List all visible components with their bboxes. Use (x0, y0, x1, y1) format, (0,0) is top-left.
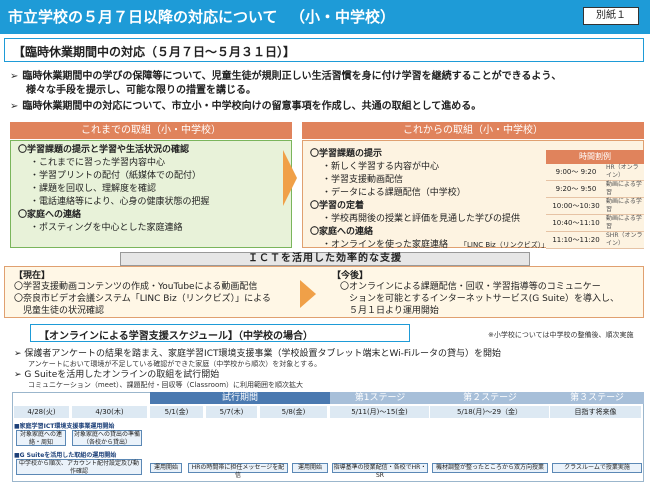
row1-label: ■家庭学習ICT環境支援事業運用開始 (14, 423, 115, 430)
timetable-row: 10:40～11:10 動画による学習 (546, 215, 644, 232)
row2-task-5: 指導基準の授業配信・各校でHR・SR (332, 463, 428, 479)
right-column-line: 〇学習の定着 (310, 201, 365, 211)
right-column-line: ・学習支援動画配信 (322, 175, 404, 185)
bullet-1-text: 臨時休業期間中の学びの保障等について、児童生徒が規則正しい生活習慣を身に付け学習… (22, 71, 562, 82)
bullet-1: ➢ 臨時休業期間中の学びの保障等について、児童生徒が規則正しい生活習慣を身に付け学… (10, 70, 561, 84)
left-column-line: ・学習プリントの配付（紙媒体での配付） (30, 171, 202, 181)
ict-banner: ＩＣＴを活用した効率的な支援 (120, 252, 530, 266)
stage-3: 第３ステージ (550, 392, 644, 404)
timetable-row: 9:20～ 9:50 動画による学習 (546, 181, 644, 198)
ict-future-line: ションを可能とするインターネットサービス(G Suite）を導入し、 (340, 294, 620, 304)
row1-task-2: 対象家庭への貸出の準備（各校から貸出） (72, 430, 142, 446)
left-column-line: ・電話連絡等により、心身の健康状態の把握 (30, 197, 210, 207)
timetable-time: 9:20～ 9:50 (555, 185, 597, 193)
timetable-content: HR（オンライン） (606, 164, 639, 179)
timetable-time: 10:40～11:10 (552, 219, 600, 227)
right-column-line: ・データによる課題配信（中学校） (322, 188, 466, 198)
right-column-line: 〇家庭への連絡 (310, 227, 374, 237)
ict-current-line: 児童生徒の状況確認 (14, 306, 105, 316)
bullet-2: ➢ 臨時休業期間中の対応について、市立小・中学校向けの留意事項を作成し、共通の取組… (10, 100, 481, 114)
row2-label: ■G Suiteを活用した取組の運用開始 (14, 452, 117, 459)
period-title: 【臨時休業期間中の対応（５月７日～５月３１日）】 (13, 45, 296, 59)
ict-current-line: 〇奈良市ビデオ会議システム「LINC Biz（リンクビズ）」による (14, 294, 271, 304)
schedule-bullet-1-sub: アンケートにおいて環境が不足している確認ができた家庭（中学校から順次）を対象とす… (28, 360, 322, 368)
row2-task-3: HRの時間帯に担任メッセージを配信 (188, 463, 288, 479)
date-cell: 4/28(火) (14, 406, 70, 418)
right-column-heading: これからの取組（小・中学校） (302, 122, 644, 139)
right-column-lines: 〇学習課題の提示・新しく学習する内容が中心 ・学習支援動画配信・データによる課題配… (310, 148, 520, 252)
timetable-content: 動画による学習 (606, 198, 642, 213)
date-cell: 5/7(木) (206, 406, 258, 418)
ict-arrow-icon (300, 280, 316, 308)
page-title: 市立学校の５月７日以降の対応について (8, 8, 278, 26)
schedule-note: ※小学校については中学校の整備後、順次実施 (488, 331, 634, 339)
timetable-heading: 時間割例 (546, 150, 644, 164)
left-column-line: ・ポスティングを中心とした家庭連絡 (30, 223, 183, 233)
left-column-line: 〇家庭への連絡 (18, 210, 82, 220)
ict-current-lines: 〇学習支援動画コンテンツの作成・YouTubeによる動画配信〇奈良市ビデオ会議シ… (14, 281, 271, 317)
row2-task-4: 運用開始 (292, 463, 328, 473)
right-column-line: ・学校再開後の授業と評価を見通した学びの提供 (322, 214, 521, 224)
right-column-line: 〇学習課題の提示 (310, 149, 383, 159)
schedule-bullet-1-text: 保護者アンケートの結果を踏まえ、家庭学習ICT環境支援事業（学校設置タブレット端… (24, 349, 501, 359)
linc-note: 「LINC Biz（リンクビズ）」 (460, 241, 549, 249)
trial-period-label: 試行期間 (150, 392, 330, 404)
schedule-title: 【オンラインによる学習支援スケジュール】（中学校の場合） (39, 331, 313, 342)
stage-1: 第1ステージ (330, 392, 430, 404)
timetable-row: 11:10～11:20 SHR（オンライン） (546, 232, 644, 249)
period-title-box: 【臨時休業期間中の対応（５月７日～５月３１日）】 (4, 38, 644, 62)
timetable-time: 11:10～11:20 (552, 236, 600, 244)
date-cell: 目指す将来像 (550, 406, 642, 418)
page-subtitle: （小・中学校） (290, 8, 396, 26)
left-column-line: 〇学習課題の提示と学習や生活状況の確認 (18, 145, 190, 155)
exhibit-label: 別紙１ (583, 7, 639, 25)
schedule-bullet-2: ➢ G Suiteを活用したオンラインの取組を試行開始 (14, 370, 219, 381)
transition-arrow-icon (283, 150, 297, 206)
row2-task-6: 機材調整が整ったところから双方向授業 (432, 463, 548, 473)
schedule-bullet-2-sub: コミュニケーション（meet）、課題配付・回収等（Classroom）に利用範囲… (28, 381, 304, 389)
stage-2: 第２ステージ (430, 392, 550, 404)
timetable-content: 動画による学習 (606, 181, 642, 196)
timetable-rows: 9:00～ 9:20 HR（オンライン） 9:20～ 9:50 動画による学習 10:0… (546, 164, 644, 249)
timetable-time: 10:00～10:30 (552, 202, 600, 210)
schedule-bullet-2-text: G Suiteを活用したオンラインの取組を試行開始 (24, 370, 220, 380)
schedule-bullet-1: ➢ 保護者アンケートの結果を踏まえ、家庭学習ICT環境支援事業（学校設置タブレッ… (14, 349, 501, 360)
date-cell: 5/8(金) (260, 406, 328, 418)
arrow-icon: ➢ (10, 101, 19, 112)
ict-future-line: ５月１日より運用開始 (340, 306, 439, 316)
schedule-title-box: 【オンラインによる学習支援スケジュール】（中学校の場合） (30, 324, 410, 342)
bullet-1-cont: 様々な手段を提示し、可能な限りの措置を講じる。 (26, 85, 256, 96)
row1-task-1: 対象家庭への連絡・周知 (16, 430, 66, 446)
left-column-lines: 〇学習課題の提示と学習や生活状況の確認・これまでに習った学習内容中心・学習プリン… (18, 144, 209, 235)
ict-future-line: 〇オンラインによる課題配信・回収・学習指導等のコミュニケー (340, 282, 601, 292)
timetable-time: 9:00～ 9:20 (555, 168, 597, 176)
row2-task-2: 運用開始 (150, 463, 182, 473)
timetable: 時間割例 9:00～ 9:20 HR（オンライン） 9:20～ 9:50 動画による学… (546, 150, 644, 249)
arrow-icon: ➢ (14, 370, 25, 380)
arrow-icon: ➢ (14, 349, 25, 359)
bullet-2-text: 臨時休業期間中の対応について、市立小・中学校向けの留意事項を作成し、共通の取組と… (22, 101, 482, 112)
row2-task-1: 中学校から順次、アカウント配付設定及び動作確認 (16, 459, 142, 475)
ict-future-lines: 〇オンラインによる課題配信・回収・学習指導等のコミュニケー ションを可能とするイ… (340, 281, 619, 317)
date-cell: 4/30(木) (72, 406, 148, 418)
right-column-line: ・新しく学習する内容が中心 (322, 162, 440, 172)
left-column-line: ・課題を回収し、理解度を確認 (30, 184, 157, 194)
timetable-content: 動画による学習 (606, 215, 642, 230)
arrow-icon: ➢ (10, 71, 19, 82)
left-column-heading: これまでの取組（小・中学校） (10, 122, 292, 139)
timetable-row: 10:00～10:30 動画による学習 (546, 198, 644, 215)
ict-current-line: 〇学習支援動画コンテンツの作成・YouTubeによる動画配信 (14, 282, 258, 292)
date-cell: 5/1(金) (150, 406, 204, 418)
date-cell: 5/18(月)～29（金） (430, 406, 550, 418)
timetable-content: SHR（オンライン） (606, 232, 643, 247)
row2-task-7: クラスルームで授業実施 (552, 463, 642, 473)
left-column-line: ・これまでに習った学習内容中心 (30, 158, 166, 168)
date-cell: 5/11(月)～15(金) (330, 406, 430, 418)
timetable-row: 9:00～ 9:20 HR（オンライン） (546, 164, 644, 181)
